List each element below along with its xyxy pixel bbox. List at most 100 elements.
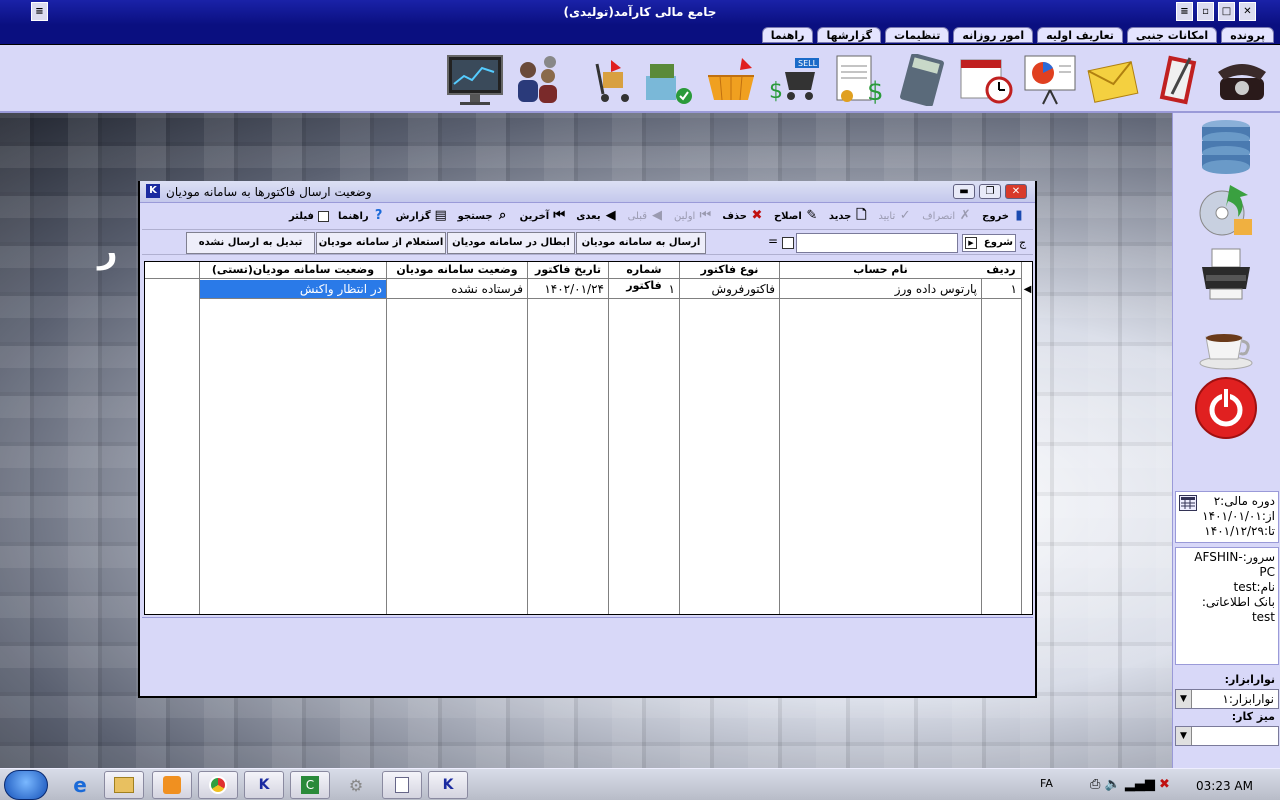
cell-invoice-date[interactable]: ۱۴۰۲/۰۱/۲۴: [528, 280, 608, 299]
cell-account[interactable]: پارتوس داده ورز: [780, 280, 981, 299]
current-row-icon: ◀: [1023, 284, 1032, 295]
power-icon[interactable]: [1193, 375, 1259, 441]
toolbar-select[interactable]: نوارابزار:۱ ▼: [1175, 689, 1279, 709]
language-indicator[interactable]: FA: [1040, 777, 1053, 790]
column-header-invoice-number[interactable]: شماره فاکتور: [609, 262, 679, 292]
edit-button[interactable]: ✎ اصلاح: [770, 205, 824, 227]
window-title: وضعیت ارسال فاکتورها به سامانه مودیان: [166, 185, 372, 199]
new-button[interactable]: 🗋 جدید: [825, 205, 874, 227]
cell-system-status[interactable]: فرستاده نشده: [387, 280, 527, 299]
inquiry-system-button[interactable]: استعلام از سامانه مودیان: [316, 232, 446, 254]
delete-button[interactable]: ✖ حذف: [718, 205, 769, 227]
exit-button[interactable]: ▮ خروج: [978, 205, 1031, 227]
network-tray-icon[interactable]: ⎙: [1090, 777, 1100, 792]
window-minimize-button[interactable]: ▬: [953, 184, 975, 199]
printer-icon[interactable]: [1193, 243, 1259, 309]
clock[interactable]: 03:23 AM: [1196, 779, 1253, 793]
explorer-icon[interactable]: [104, 771, 144, 799]
cell-invoice-number[interactable]: ۱: [609, 280, 679, 299]
cancel-button[interactable]: ✗ انصراف: [918, 205, 977, 227]
menu-definitions[interactable]: تعاریف اولیه: [1037, 27, 1123, 43]
window-footer: [142, 617, 1033, 694]
column-header-invoice-type[interactable]: نوع فاکتور: [680, 262, 779, 279]
column-header-system-status[interactable]: وضعیت سامانه مودیان: [387, 262, 527, 279]
notepad-task-icon[interactable]: [382, 771, 422, 799]
calendar-icon[interactable]: [1179, 495, 1197, 511]
previous-button[interactable]: ◀ قبلی: [624, 205, 669, 227]
menu-file[interactable]: پرونده: [1221, 27, 1274, 43]
help-button[interactable]: ? راهنما: [334, 205, 391, 227]
new-label: جدید: [828, 210, 852, 222]
calculator-icon[interactable]: [893, 51, 951, 109]
search-button[interactable]: ⌕ جستجو: [454, 205, 515, 227]
close-button[interactable]: ✕: [1239, 2, 1256, 21]
filter-checkbox[interactable]: [317, 210, 329, 222]
start-button[interactable]: [4, 770, 48, 800]
basket-icon[interactable]: [702, 51, 760, 109]
users-icon[interactable]: [508, 51, 566, 109]
menu-help[interactable]: راهنما: [761, 27, 814, 43]
chevron-down-icon[interactable]: ▼: [1176, 690, 1192, 708]
menu-settings[interactable]: تنظیمات: [885, 27, 950, 43]
search-field-selector[interactable]: شروع ▶: [962, 234, 1016, 252]
cell-row-no[interactable]: ۱: [981, 280, 1021, 299]
window-restore-button[interactable]: ❐: [979, 184, 1001, 199]
karamad-task-icon[interactable]: K: [244, 771, 284, 799]
send-to-system-button[interactable]: ارسال به سامانه مودیان: [576, 232, 706, 254]
last-button[interactable]: ⏮ آخرین: [516, 205, 572, 227]
signal-icon[interactable]: ▂▄▆: [1125, 777, 1155, 792]
col-sep: [679, 262, 680, 614]
first-icon: ⏮: [699, 208, 712, 223]
sell-cart-icon[interactable]: SELL $: [765, 51, 823, 109]
cell-invoice-type[interactable]: فاکتورفروش: [680, 280, 779, 299]
search-input[interactable]: [796, 233, 958, 253]
notebook-icon[interactable]: [1150, 51, 1208, 109]
calendar-clock-icon[interactable]: [957, 51, 1015, 109]
column-header-system-status-test[interactable]: وضعیت سامانه مودیان(تستی): [200, 262, 386, 279]
search-checkbox[interactable]: [782, 237, 794, 249]
column-header-account[interactable]: نام حساب: [780, 262, 981, 279]
mail-icon[interactable]: [1085, 51, 1143, 109]
coffee-icon[interactable]: [1193, 311, 1259, 377]
column-header-row-no[interactable]: ردیف: [981, 262, 1021, 279]
tray-icons[interactable]: ⎙ 🔈 ▂▄▆ ✖: [1090, 777, 1170, 792]
report-button[interactable]: ▤ گزارش: [392, 205, 453, 227]
presentation-chart-icon[interactable]: [1021, 51, 1079, 109]
column-header-invoice-date[interactable]: تاریخ فاکتور: [528, 262, 608, 279]
chrome-icon[interactable]: [198, 771, 238, 799]
battery-icon[interactable]: ✖: [1159, 777, 1170, 792]
menu-reports[interactable]: گزارشها: [817, 27, 882, 43]
tool-task-icon[interactable]: ⚙: [336, 771, 376, 799]
cancel-in-system-button[interactable]: ابطال در سامانه مودیان: [447, 232, 575, 254]
backup-disc-icon[interactable]: [1193, 177, 1259, 243]
confirm-button[interactable]: ✓ تایید: [874, 205, 917, 227]
action-bar: شروع ▶ ج = ارسال به سامانه مودیان ابطال …: [142, 229, 1033, 255]
app-task-icon[interactable]: C: [290, 771, 330, 799]
chevron-down-icon[interactable]: ▼: [1176, 727, 1192, 745]
media-player-icon[interactable]: [152, 771, 192, 799]
window-close-button[interactable]: ✕: [1005, 184, 1027, 199]
minimize-button[interactable]: ≡: [1176, 2, 1193, 21]
exit-icon: ▮: [1015, 208, 1023, 223]
ie-icon[interactable]: e: [60, 771, 100, 799]
telephone-icon[interactable]: [1212, 51, 1270, 109]
hardware-icon[interactable]: [638, 51, 696, 109]
menu-icon[interactable]: ≡: [31, 2, 48, 21]
toolbar-label: نوارابزار:: [1224, 673, 1275, 686]
server-dashboard-icon[interactable]: [446, 51, 504, 109]
menu-daily[interactable]: امور روزانه: [953, 27, 1034, 43]
menu-extras[interactable]: امکانات جنبی: [1126, 27, 1218, 43]
invoice-icon[interactable]: $: [829, 51, 887, 109]
desk-select[interactable]: ▼: [1175, 726, 1279, 746]
first-button[interactable]: ⏮ اولین: [670, 205, 717, 227]
convert-unsent-button[interactable]: تبدیل به ارسال نشده: [186, 232, 315, 254]
cart-trolley-icon[interactable]: [585, 51, 643, 109]
volume-icon[interactable]: 🔈: [1105, 777, 1121, 792]
next-button[interactable]: ◀ بعدی: [572, 205, 622, 227]
karamad-active-task-icon[interactable]: K: [428, 771, 468, 799]
filter-toggle[interactable]: فیلتر: [285, 205, 333, 227]
database-icon[interactable]: [1193, 113, 1259, 179]
cell-system-status-test[interactable]: در انتظار واکنش: [200, 280, 386, 299]
maximize-button[interactable]: □: [1218, 2, 1235, 21]
restore-button[interactable]: ▫: [1197, 2, 1214, 21]
